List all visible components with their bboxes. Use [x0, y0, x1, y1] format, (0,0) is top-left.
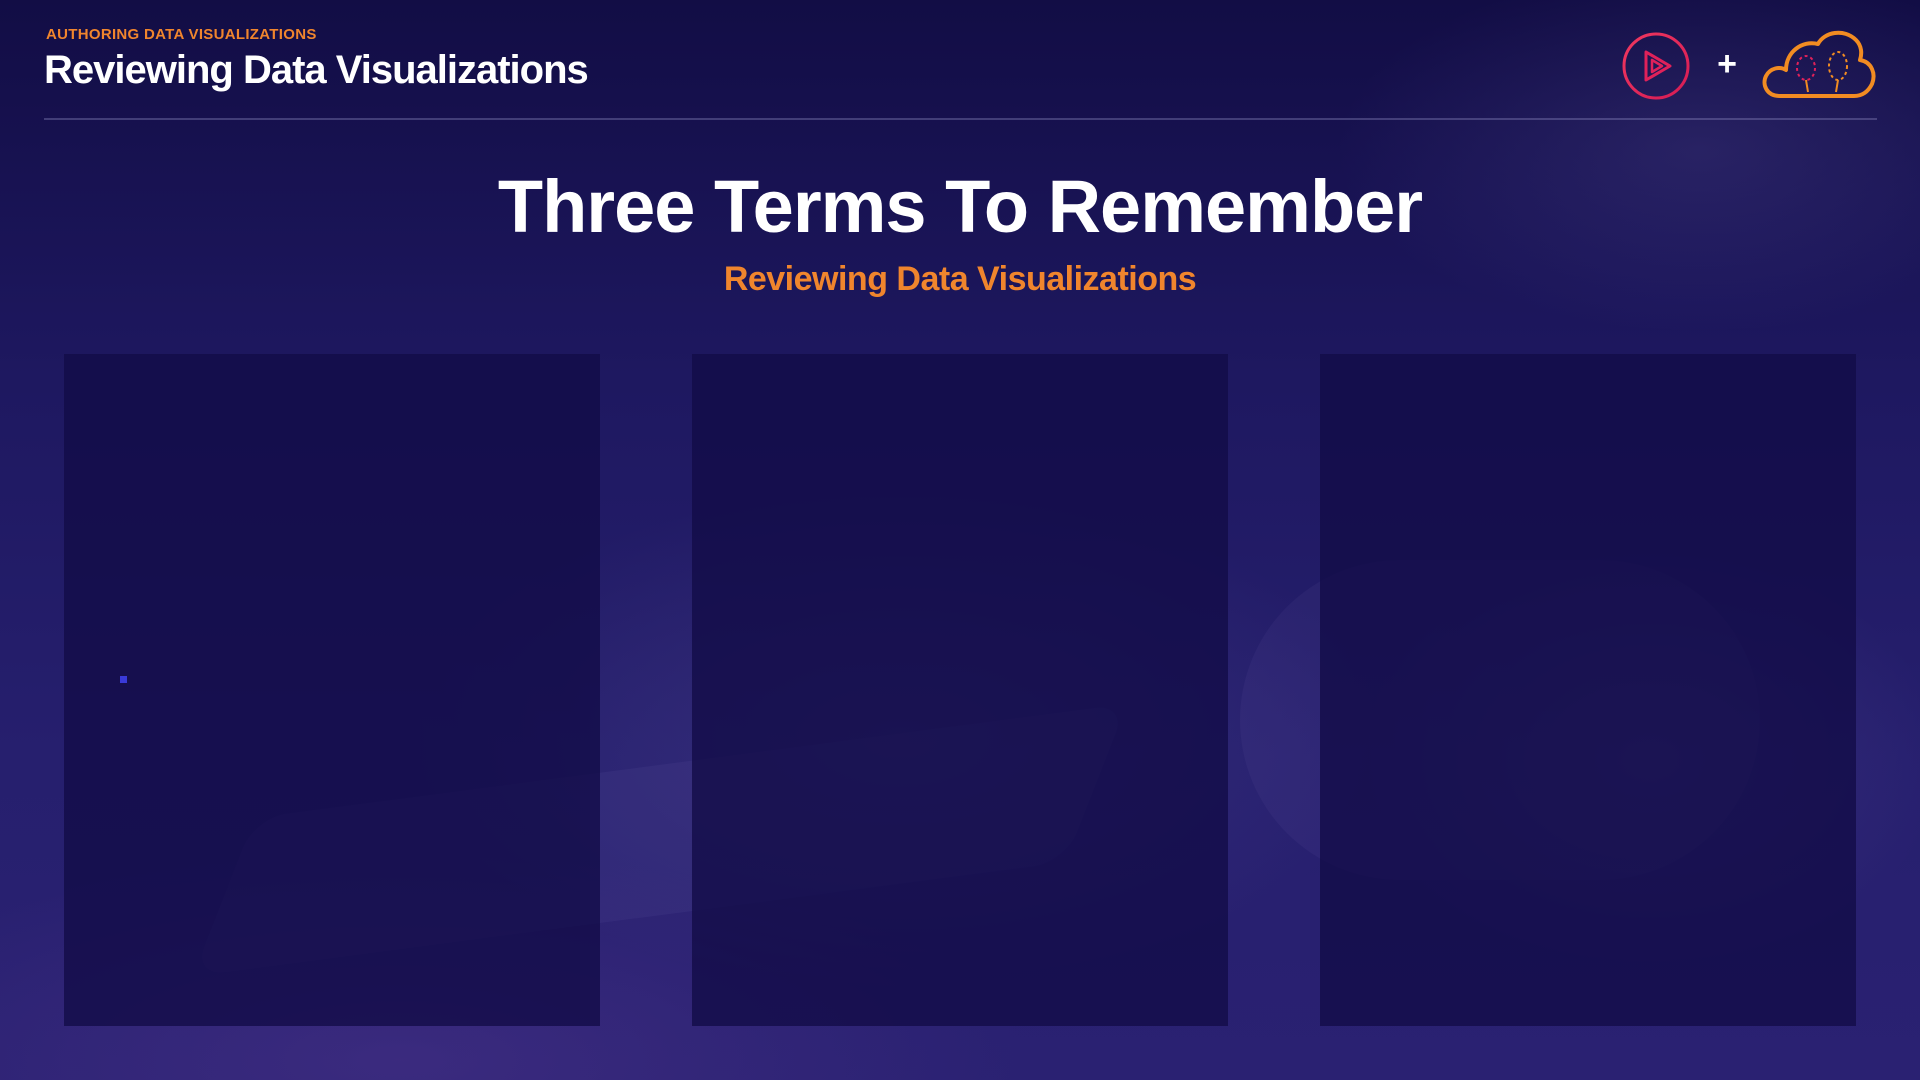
slide: AUTHORING DATA VISUALIZATIONS Reviewing … — [0, 0, 1920, 1080]
module-title: Reviewing Data Visualizations — [44, 48, 589, 92]
slide-title: Three Terms To Remember — [497, 165, 1423, 248]
cloud-logo-icon — [1762, 30, 1876, 98]
course-eyebrow: AUTHORING DATA VISUALIZATIONS — [46, 26, 317, 43]
term-card-2 — [692, 354, 1228, 1026]
cursor-indicator — [120, 676, 127, 683]
term-card-1 — [64, 354, 600, 1026]
header-divider — [44, 118, 1877, 120]
term-card-3 — [1320, 354, 1856, 1026]
plus-icon: + — [1717, 45, 1737, 83]
slide-subtitle: Reviewing Data Visualizations — [723, 260, 1197, 298]
play-logo-icon — [1622, 32, 1690, 100]
